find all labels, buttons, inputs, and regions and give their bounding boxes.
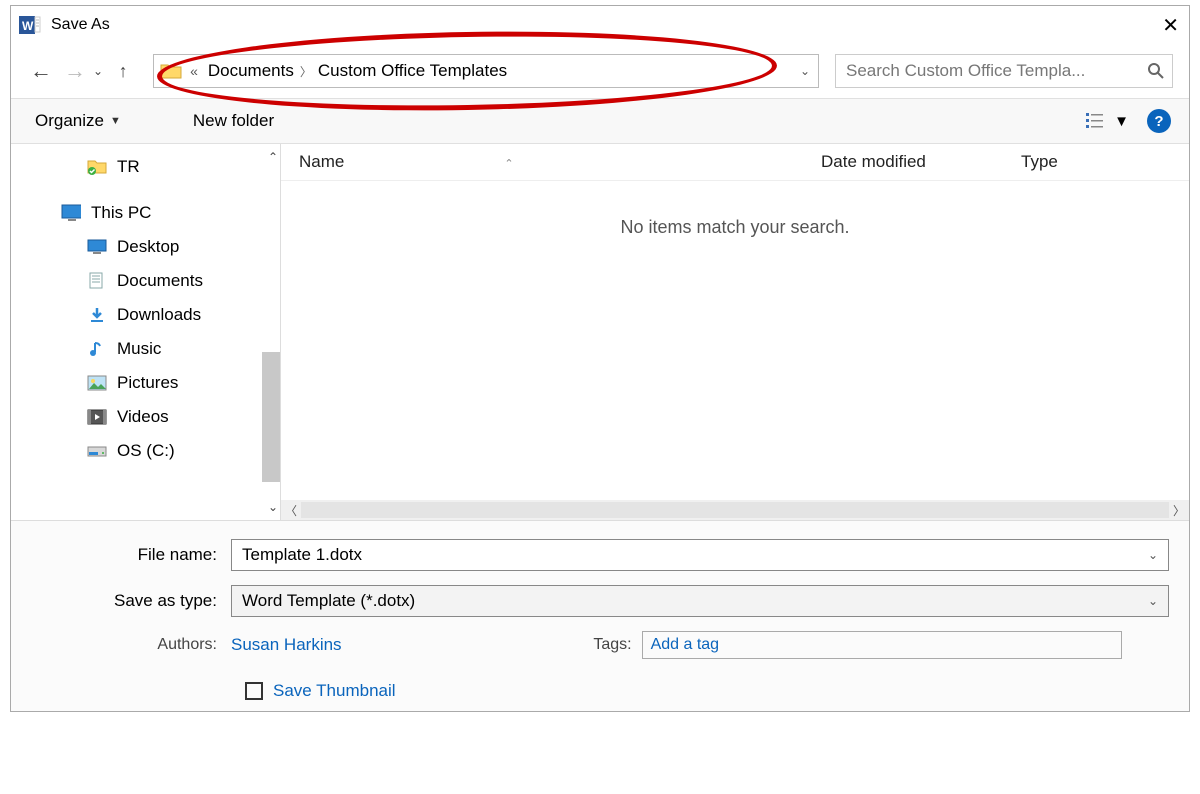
file-name-value: Template 1.dotx: [242, 545, 362, 565]
column-type[interactable]: Type: [1021, 152, 1171, 172]
scroll-right-icon[interactable]: 〉: [1169, 502, 1189, 519]
tree-label: Downloads: [117, 305, 201, 325]
empty-message: No items match your search.: [281, 181, 1189, 238]
tree-item-pictures[interactable]: Pictures: [11, 366, 280, 400]
save-type-value: Word Template (*.dotx): [242, 591, 415, 611]
tree-label: Videos: [117, 407, 169, 427]
save-type-select[interactable]: Word Template (*.dotx) ⌄: [231, 585, 1169, 617]
breadcrumb-custom-templates[interactable]: Custom Office Templates: [312, 61, 513, 81]
documents-icon: [87, 272, 107, 290]
tree-label: Music: [117, 339, 161, 359]
sort-indicator-icon: ⌃: [504, 158, 513, 170]
downloads-icon: [87, 306, 107, 324]
column-date[interactable]: Date modified: [821, 152, 1021, 172]
save-as-dialog: W Save As ✕ ← → ⌄ ↑ « Documents 〉 Custom…: [10, 5, 1190, 712]
folder-icon: [160, 62, 182, 80]
column-headers: Name⌃ Date modified Type: [281, 144, 1189, 181]
chevron-down-icon: ▼: [110, 115, 121, 127]
tree-item-downloads[interactable]: Downloads: [11, 298, 280, 332]
horizontal-scrollbar[interactable]: 〈 〉: [281, 500, 1189, 520]
save-thumbnail-checkbox[interactable]: [245, 682, 263, 700]
tree-item-this-pc[interactable]: This PC: [11, 196, 280, 230]
tags-label: Tags:: [582, 636, 642, 654]
search-input[interactable]: Search Custom Office Templa...: [835, 54, 1173, 88]
save-form: File name: Template 1.dotx ⌄ Save as typ…: [11, 520, 1189, 711]
chevron-down-icon[interactable]: ⌄: [1148, 594, 1158, 608]
back-button[interactable]: ←: [27, 57, 55, 85]
tree-item-videos[interactable]: Videos: [11, 400, 280, 434]
scrollbar-thumb[interactable]: [262, 352, 280, 482]
file-name-label: File name:: [31, 545, 231, 565]
tree-label: Pictures: [117, 373, 178, 393]
svg-text:W: W: [22, 19, 34, 33]
details-view-icon: [1086, 112, 1108, 130]
folder-icon: [87, 158, 107, 176]
up-button[interactable]: ↑: [109, 57, 137, 85]
pictures-icon: [87, 374, 107, 392]
explorer-body: ⌃ TR This PC Desktop Docum: [11, 144, 1189, 520]
new-folder-button[interactable]: New folder: [187, 107, 280, 135]
chevron-down-icon: ▼: [1114, 113, 1129, 130]
tree-item-desktop[interactable]: Desktop: [11, 230, 280, 264]
recent-locations-button[interactable]: ⌄: [93, 64, 103, 78]
forward-button[interactable]: →: [61, 57, 89, 85]
title-bar: W Save As ✕: [11, 6, 1189, 44]
scroll-down-button[interactable]: ⌄: [268, 500, 278, 514]
authors-label: Authors:: [31, 636, 231, 654]
organize-label: Organize: [35, 111, 104, 131]
tree-item-os-c[interactable]: OS (C:): [11, 434, 280, 468]
music-icon: [87, 340, 107, 358]
help-button[interactable]: ?: [1147, 109, 1171, 133]
file-list: Name⌃ Date modified Type No items match …: [281, 144, 1189, 520]
videos-icon: [87, 408, 107, 426]
address-bar[interactable]: « Documents 〉 Custom Office Templates ⌄: [153, 54, 819, 88]
search-placeholder: Search Custom Office Templa...: [846, 61, 1085, 81]
tree-label: This PC: [91, 203, 151, 223]
save-type-label: Save as type:: [31, 591, 231, 611]
chevron-right-icon: 〉: [300, 63, 312, 80]
scrollbar-track[interactable]: [301, 502, 1169, 518]
desktop-icon: [87, 238, 107, 256]
view-options-button[interactable]: ▼: [1086, 112, 1129, 130]
computer-icon: [61, 204, 81, 222]
chevron-down-icon[interactable]: ⌄: [1148, 548, 1158, 562]
tree-label: Desktop: [117, 237, 179, 257]
breadcrumb-documents[interactable]: Documents: [202, 61, 300, 81]
drive-icon: [87, 442, 107, 460]
new-folder-label: New folder: [193, 111, 274, 131]
close-button[interactable]: ✕: [1162, 13, 1179, 38]
tree-label: OS (C:): [117, 441, 175, 461]
tree-item-documents[interactable]: Documents: [11, 264, 280, 298]
window-title: Save As: [51, 16, 110, 34]
tree-item-tr[interactable]: TR: [11, 150, 280, 184]
sidebar: ⌃ TR This PC Desktop Docum: [11, 144, 281, 520]
column-name[interactable]: Name⌃: [299, 152, 821, 172]
save-thumbnail-label[interactable]: Save Thumbnail: [273, 681, 396, 701]
breadcrumb-overflow[interactable]: «: [188, 63, 202, 79]
scroll-left-icon[interactable]: 〈: [281, 502, 301, 519]
word-icon: W: [19, 14, 41, 36]
tree-item-music[interactable]: Music: [11, 332, 280, 366]
scroll-up-button[interactable]: ⌃: [268, 150, 278, 164]
authors-value[interactable]: Susan Harkins: [231, 635, 342, 655]
address-dropdown[interactable]: ⌄: [800, 64, 810, 78]
nav-row: ← → ⌄ ↑ « Documents 〉 Custom Office Temp…: [11, 44, 1189, 98]
tags-input[interactable]: Add a tag: [642, 631, 1122, 659]
tags-placeholder: Add a tag: [651, 636, 720, 654]
tree-label: TR: [117, 157, 140, 177]
search-icon: [1148, 63, 1164, 79]
organize-button[interactable]: Organize ▼: [29, 107, 127, 135]
file-name-input[interactable]: Template 1.dotx ⌄: [231, 539, 1169, 571]
toolbar: Organize ▼ New folder ▼ ?: [11, 98, 1189, 144]
tree-label: Documents: [117, 271, 203, 291]
